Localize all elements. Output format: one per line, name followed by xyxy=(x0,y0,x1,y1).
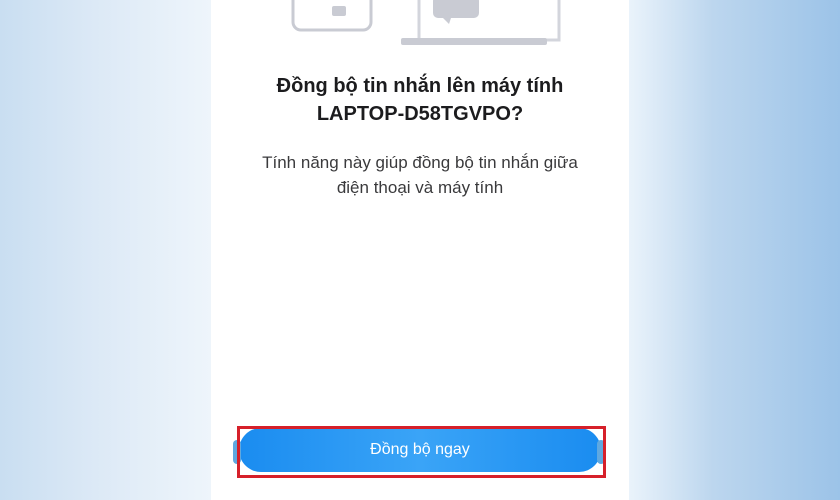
background-right xyxy=(629,0,840,500)
sync-now-button[interactable]: Đồng bộ ngay xyxy=(239,428,601,472)
dialog-description: Tính năng này giúp đồng bộ tin nhắn giữa… xyxy=(211,150,629,200)
button-edge-left xyxy=(233,440,241,464)
dialog-title: Đồng bộ tin nhắn lên máy tính LAPTOP-D58… xyxy=(211,72,629,128)
dialog-title-line1: Đồng bộ tin nhắn lên máy tính xyxy=(276,75,564,97)
button-edge-right xyxy=(597,440,605,464)
phone-screen: Đồng bộ tin nhắn lên máy tính LAPTOP-D58… xyxy=(211,0,629,500)
dialog-title-device-name: LAPTOP-D58TGVPO? xyxy=(316,103,524,125)
background-left xyxy=(0,0,211,500)
dialog-description-line2: điện thoại và máy tính xyxy=(336,178,504,197)
phone-laptop-sync-illustration xyxy=(291,0,561,45)
dialog-description-line1: Tính năng này giúp đồng bộ tin nhắn giữa xyxy=(262,153,578,172)
sync-now-button-label: Đồng bộ ngay xyxy=(370,441,470,458)
